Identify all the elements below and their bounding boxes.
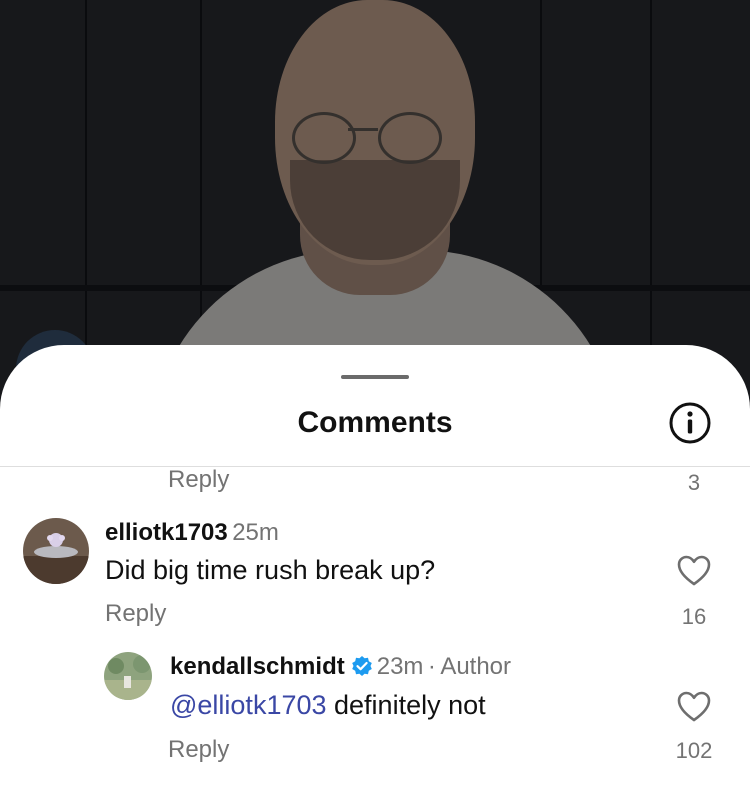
heart-icon[interactable] bbox=[677, 555, 711, 587]
like-count: 102 bbox=[675, 738, 713, 763]
comment-text: Did big time rush break up? bbox=[105, 555, 436, 585]
comment-header: elliotk1703 25m bbox=[105, 519, 279, 547]
reply-button[interactable]: Reply bbox=[105, 600, 166, 628]
username[interactable]: kendallschmidt bbox=[170, 653, 345, 680]
comment-header: kendallschmidt 23m · Author bbox=[170, 653, 511, 681]
timestamp: 25m bbox=[232, 519, 279, 546]
heart-icon[interactable] bbox=[677, 691, 711, 723]
like-count: 16 bbox=[681, 604, 707, 629]
author-tag: Author bbox=[440, 653, 512, 680]
header-divider bbox=[0, 466, 750, 467]
comment-text: @elliotk1703 definitely not bbox=[170, 690, 486, 721]
info-icon[interactable] bbox=[668, 401, 712, 445]
username[interactable]: elliotk1703 bbox=[105, 519, 228, 546]
sheet-grabber[interactable] bbox=[341, 375, 409, 379]
comments-sheet: Comments Reply 3 elliotk1703 25m Did big… bbox=[0, 345, 750, 785]
verified-badge-icon bbox=[351, 655, 373, 677]
sheet-title: Comments bbox=[297, 406, 453, 439]
reply-button[interactable]: Reply bbox=[168, 466, 229, 494]
like-count: 3 bbox=[687, 470, 701, 495]
mention-link[interactable]: @elliotk1703 bbox=[170, 690, 327, 720]
comment-text-body: definitely not bbox=[326, 690, 486, 720]
timestamp: 23m bbox=[376, 653, 424, 680]
meta-separator: · bbox=[427, 653, 436, 680]
avatar[interactable] bbox=[104, 652, 152, 700]
reply-button[interactable]: Reply bbox=[168, 736, 229, 764]
avatar[interactable] bbox=[23, 518, 89, 584]
